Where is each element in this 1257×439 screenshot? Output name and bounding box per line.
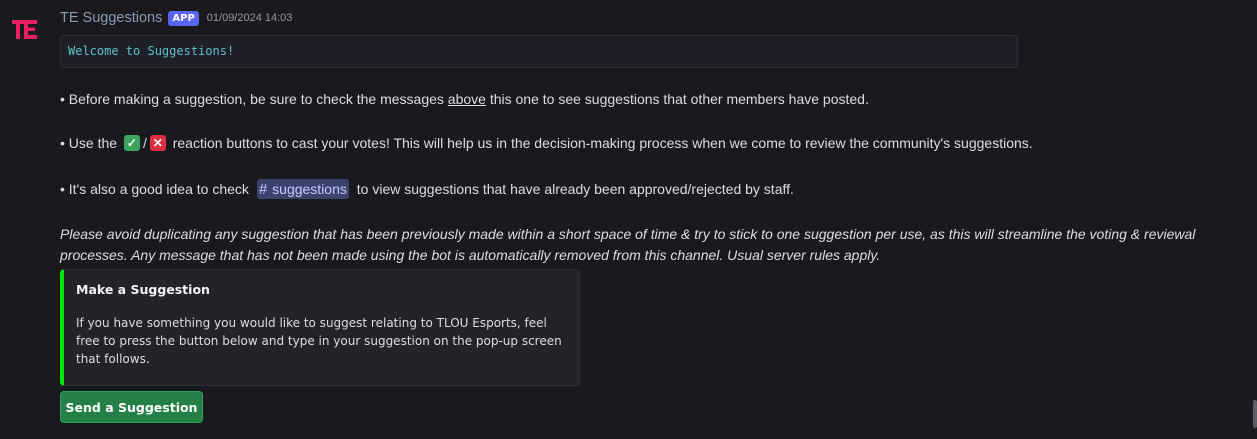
line-text: • It's also a good idea to check — [60, 181, 253, 197]
check-emoji-icon: ✓ — [123, 135, 140, 151]
scrollbar[interactable] — [1253, 400, 1257, 428]
embed-title: Make a Suggestion — [76, 282, 210, 297]
cross-emoji-icon: ✕ — [149, 135, 166, 151]
welcome-codeblock: Welcome to Suggestions! — [60, 35, 1018, 68]
channel-mention[interactable]: # suggestions — [256, 179, 349, 199]
suggestion-embed: Make a Suggestion If you have something … — [60, 269, 580, 386]
above-link[interactable]: above — [448, 91, 486, 107]
message-header: TE Suggestions APP 01/09/2024 14:03 — [60, 8, 292, 28]
bot-message: TE Suggestions APP 01/09/2024 14:03 Welc… — [0, 0, 1257, 439]
rule-line-3: • It's also a good idea to check # sugge… — [60, 179, 794, 199]
italic-note: Please avoid duplicating any suggestion … — [60, 226, 1196, 263]
send-suggestion-button[interactable]: Send a Suggestion — [60, 391, 203, 423]
embed-description: If you have something you would like to … — [76, 316, 562, 366]
hash-icon: # — [258, 180, 268, 198]
line-text: reaction buttons to cast your votes! Thi… — [168, 135, 1033, 151]
line-text: • Before making a suggestion, be sure to… — [60, 91, 448, 107]
rule-line-1: • Before making a suggestion, be sure to… — [60, 91, 869, 107]
line-text: this one to see suggestions that other m… — [485, 91, 869, 107]
channel-name: suggestions — [272, 181, 347, 197]
username[interactable]: TE Suggestions — [60, 10, 162, 26]
line-text: • Use the — [60, 135, 121, 151]
te-logo-icon — [12, 20, 37, 39]
line-text: to view suggestions that have already be… — [352, 181, 794, 197]
app-badge: APP — [168, 10, 199, 26]
rule-line-2: • Use the ✓ / ✕ reaction buttons to cast… — [60, 135, 1033, 151]
timestamp[interactable]: 01/09/2024 14:03 — [207, 12, 293, 24]
slash-text: / — [142, 135, 147, 151]
bot-avatar[interactable] — [10, 14, 40, 44]
